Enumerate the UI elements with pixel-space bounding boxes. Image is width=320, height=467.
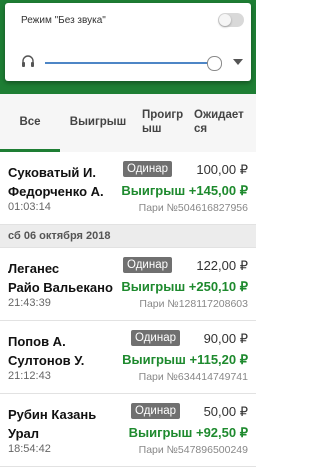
bet-amount: 90,00 ₽ — [203, 331, 248, 346]
bet-row[interactable]: Рубин Казань Урал 18:54:42 Одинар 50,00 … — [0, 394, 256, 467]
tab-loss[interactable]: Проигрыш — [142, 94, 186, 150]
tab-win[interactable]: Выигрыш — [66, 94, 130, 150]
bet-teams: Попов А. Султонов У. — [8, 332, 84, 370]
bet-teams: Леганес Райо Вальекано — [8, 259, 113, 297]
team-home: Попов А. — [8, 334, 66, 349]
bet-type-badge: Одинар — [123, 161, 172, 177]
team-away: Урал — [8, 426, 40, 441]
bet-filter-tabs: Все Выигрыш Проигрыш Ожидается — [0, 94, 256, 152]
bet-type-badge: Одинар — [131, 330, 180, 346]
bet-result: Выигрыш +145,00 ₽ — [121, 183, 248, 198]
bet-amount: 100,00 ₽ — [196, 162, 248, 177]
bet-number: Пари №634414749741 — [138, 371, 248, 383]
volume-slider-track[interactable] — [45, 62, 215, 64]
tab-all[interactable]: Все — [0, 94, 60, 150]
tab-pending-label: Ожидается — [194, 109, 244, 135]
headphones-icon — [22, 55, 34, 67]
bet-teams: Рубин Казань Урал — [8, 405, 96, 443]
bet-teams: Суковатый И. Федорченко А. — [8, 163, 104, 201]
team-home: Леганес — [8, 261, 60, 276]
date-separator: сб 06 октября 2018 — [0, 225, 256, 248]
tab-loss-label: Проигрыш — [142, 109, 184, 135]
team-away: Султонов У. — [8, 353, 85, 368]
team-away: Федорченко А. — [8, 184, 104, 199]
bet-result: Выигрыш +92,50 ₽ — [128, 425, 248, 440]
silent-mode-label: Режим "Без звука" — [21, 15, 106, 26]
bet-number: Пари №504616827956 — [138, 202, 248, 214]
team-away: Райо Вальекано — [8, 280, 113, 295]
bet-time: 01:03:14 — [8, 201, 51, 213]
chevron-down-icon[interactable] — [233, 59, 243, 65]
silent-mode-toggle[interactable] — [218, 13, 244, 27]
bets-list: Суковатый И. Федорченко А. 01:03:14 Один… — [0, 152, 256, 467]
tab-win-label: Выигрыш — [69, 116, 127, 128]
team-home: Рубин Казань — [8, 407, 97, 422]
bet-time: 21:43:39 — [8, 297, 51, 309]
bet-time: 21:12:43 — [8, 370, 51, 382]
bet-row[interactable]: Леганес Райо Вальекано 21:43:39 Одинар 1… — [0, 248, 256, 321]
sound-mode-panel: Режим "Без звука" — [5, 3, 251, 81]
bet-time: 18:54:42 — [8, 443, 51, 455]
bet-result: Выигрыш +250,10 ₽ — [121, 279, 248, 294]
bet-number: Пари №128117208603 — [139, 298, 248, 310]
bet-result: Выигрыш +115,20 ₽ — [122, 352, 248, 367]
bet-amount: 122,00 ₽ — [196, 258, 248, 273]
bet-number: Пари №547896500249 — [138, 444, 248, 456]
toggle-knob — [219, 14, 231, 26]
bet-row[interactable]: Попов А. Султонов У. 21:12:43 Одинар 90,… — [0, 321, 256, 394]
volume-slider-knob[interactable] — [207, 56, 222, 71]
bet-amount: 50,00 ₽ — [203, 404, 248, 419]
tab-pending[interactable]: Ожидается — [194, 94, 246, 150]
bet-row[interactable]: Суковатый И. Федорченко А. 01:03:14 Один… — [0, 152, 256, 225]
bet-type-badge: Одинар — [123, 257, 172, 273]
tab-all-label: Все — [19, 116, 41, 128]
bet-type-badge: Одинар — [131, 403, 180, 419]
team-home: Суковатый И. — [8, 165, 96, 180]
